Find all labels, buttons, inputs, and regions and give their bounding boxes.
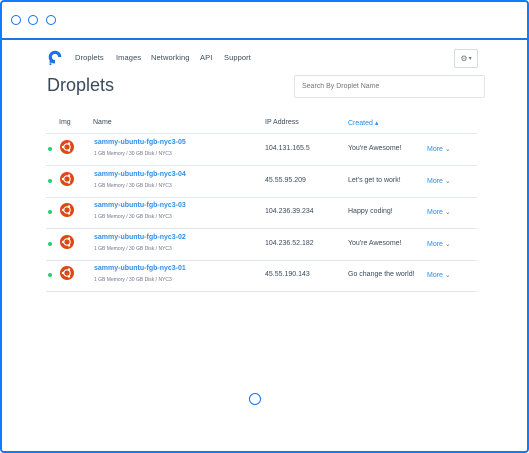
settings-dropdown-button[interactable]: ⚙ ▾ (454, 49, 478, 68)
droplet-specs: 1 GB Memory / 30 GB Disk / NYC3 (94, 214, 172, 220)
table-row[interactable]: sammy-ubuntu-fgb-nyc3-05 1 GB Memory / 30… (46, 134, 477, 165)
more-dropdown-button[interactable]: More ⌄ (427, 177, 451, 185)
droplet-name-link[interactable]: sammy-ubuntu-fgb-nyc3-05 (94, 139, 186, 146)
droplet-ip-address: 104.236.52.182 (265, 239, 314, 247)
window-minimize-button[interactable] (28, 15, 38, 25)
droplet-created-message: Let's get to work! (348, 176, 401, 184)
window-maximize-button[interactable] (46, 15, 56, 25)
ubuntu-icon (60, 203, 74, 217)
status-active-dot (48, 273, 52, 277)
ubuntu-icon (60, 266, 74, 280)
window-titlebar (2, 2, 527, 40)
more-dropdown-button[interactable]: More ⌄ (427, 145, 451, 153)
droplet-ip-address: 45.55.190.143 (265, 271, 310, 278)
droplet-name-link[interactable]: sammy-ubuntu-fgb-nyc3-01 (94, 265, 186, 272)
column-header-created-sort[interactable]: Created ▴ (348, 119, 378, 127)
more-dropdown-button[interactable]: More ⌄ (427, 208, 451, 216)
gear-icon: ⚙ (460, 54, 468, 63)
digitalocean-logo-icon[interactable] (46, 48, 64, 66)
search-input[interactable] (294, 75, 485, 98)
nav-api[interactable]: API (200, 53, 212, 62)
droplet-created-message: You're Awesome! (348, 145, 402, 152)
droplet-created-message: Happy coding! (348, 208, 393, 215)
table-row[interactable]: sammy-ubuntu-fgb-nyc3-02 1 GB Memory / 30… (46, 229, 477, 260)
status-active-dot (48, 178, 52, 183)
status-active-dot (48, 210, 52, 214)
droplet-specs: 1 GB Memory / 30 GB Disk / NYC3 (94, 151, 172, 157)
window-close-button[interactable] (11, 15, 21, 25)
droplet-ip-address: 45.55.95.209 (265, 176, 306, 184)
nav-support[interactable]: Support (224, 53, 251, 62)
app-window: Droplets Images Networking API Support ⚙… (0, 0, 529, 453)
droplet-created-message: You're Awesome! (348, 239, 402, 247)
droplet-specs: 1 GB Memory / 30 GB Disk / NYC3 (94, 277, 172, 283)
droplet-specs: 1 GB Memory / 30 GB Disk / NYC3 (94, 245, 172, 252)
nav-images[interactable]: Images (116, 53, 141, 62)
status-active-dot (48, 241, 52, 246)
column-header-name: Name (93, 119, 112, 126)
column-header-img: Img (59, 119, 71, 126)
droplet-ip-address: 104.236.39.234 (265, 208, 314, 215)
spinner-icon (249, 393, 261, 405)
droplet-name-link[interactable]: sammy-ubuntu-fgb-nyc3-04 (94, 171, 186, 178)
table-row[interactable]: sammy-ubuntu-fgb-nyc3-04 1 GB Memory / 30… (46, 166, 477, 197)
table-row[interactable]: sammy-ubuntu-fgb-nyc3-01 1 GB Memory / 30… (46, 260, 477, 291)
column-header-ip: IP Address (265, 119, 299, 126)
droplet-created-message: Go change the world! (348, 271, 415, 278)
droplet-ip-address: 104.131.165.5 (265, 145, 310, 152)
status-active-dot (48, 147, 52, 151)
nav-droplets[interactable]: Droplets (75, 53, 104, 62)
ubuntu-icon (60, 171, 74, 186)
nav-networking[interactable]: Networking (151, 53, 190, 62)
chevron-down-icon: ▾ (468, 56, 472, 62)
more-dropdown-button[interactable]: More ⌄ (427, 240, 451, 248)
page-title: Droplets (47, 75, 115, 95)
table-row[interactable]: sammy-ubuntu-fgb-nyc3-03 1 GB Memory / 30… (46, 197, 477, 228)
ubuntu-icon (60, 140, 74, 154)
droplet-specs: 1 GB Memory / 30 GB Disk / NYC3 (94, 182, 172, 189)
more-dropdown-button[interactable]: More ⌄ (427, 271, 451, 279)
droplet-name-link[interactable]: sammy-ubuntu-fgb-nyc3-03 (94, 202, 186, 209)
ubuntu-icon (60, 234, 74, 249)
droplet-name-link[interactable]: sammy-ubuntu-fgb-nyc3-02 (94, 234, 186, 241)
row-divider (46, 291, 477, 292)
